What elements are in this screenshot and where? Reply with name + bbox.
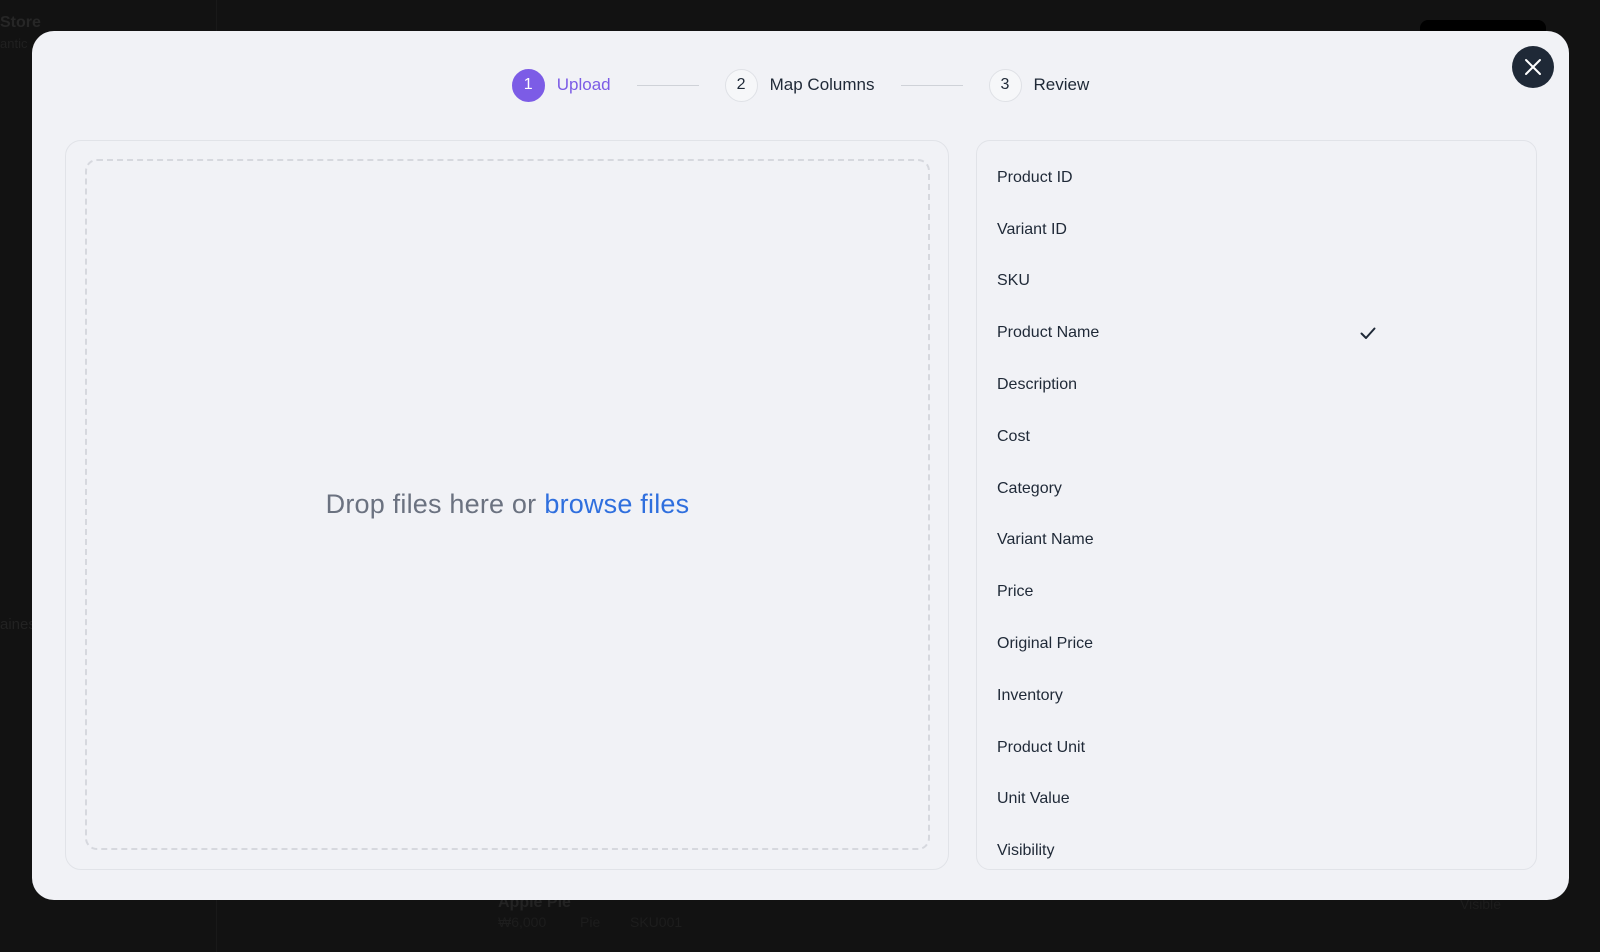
step-connector [636,84,699,86]
column-option[interactable]: Inventory [977,670,1536,722]
step-label: Review [1033,75,1090,94]
column-option-label: Product Name [997,324,1100,342]
step-number: 3 [988,68,1022,102]
columns-list-panel[interactable]: Product ID Variant ID SKU Product Name Descr… [976,140,1537,870]
check-icon [1360,327,1376,340]
column-option[interactable]: Price [977,566,1536,618]
column-option[interactable]: Variant Name [977,515,1536,567]
step-map-columns[interactable]: 2 Map Columns [724,68,875,102]
browse-files-link[interactable]: browse files [544,489,689,519]
column-option[interactable]: Cost [977,411,1536,463]
column-option[interactable]: Visibility [977,825,1536,869]
column-option-label: Description [997,376,1078,394]
step-connector [900,84,963,86]
file-dropzone[interactable]: Drop files here or browse files [85,159,930,850]
column-option[interactable]: Category [977,463,1536,515]
dropzone-text: Drop files here or browse files [326,489,690,520]
column-option-label: Inventory [997,686,1063,704]
column-option[interactable]: Product Unit [977,722,1536,774]
column-option-label: Unit Value [997,790,1070,808]
step-review[interactable]: 3 Review [988,68,1090,102]
column-option[interactable]: Variant ID [977,204,1536,256]
sidebar-item-label: aines [0,616,36,633]
product-row-unit: Pie [580,914,601,930]
upload-card: Drop files here or browse files [65,140,949,870]
product-row-price: ₩6,000 [498,914,547,930]
step-number: 1 [511,68,545,102]
import-modal: 1 Upload 2 Map Columns 3 Review Drop fil… [32,31,1569,900]
step-label: Map Columns [769,75,875,94]
column-option-label: Product ID [997,168,1073,186]
store-subtitle: antic [0,36,28,51]
column-option-label: Product Unit [997,738,1086,756]
column-option-label: Variant Name [997,531,1094,549]
column-option[interactable]: SKU [977,256,1536,308]
column-option[interactable]: Original Price [977,618,1536,670]
column-option[interactable]: Product Name [977,307,1536,359]
column-option[interactable]: Product ID [977,152,1536,204]
columns-list: Product ID Variant ID SKU Product Name Descr… [977,141,1536,869]
column-option-label: Original Price [997,635,1094,653]
column-option-label: Visibility [997,842,1055,860]
step-label: Upload [556,75,611,94]
step-number: 2 [724,68,758,102]
store-title: Store [0,14,41,31]
column-option[interactable]: Unit Value [977,774,1536,826]
column-option-label: Price [997,583,1034,601]
import-stepper: 1 Upload 2 Map Columns 3 Review [32,68,1569,102]
column-option-label: Category [997,479,1062,497]
column-option-label: SKU [997,272,1030,290]
dropzone-instruction: Drop files here or [325,489,537,519]
step-upload[interactable]: 1 Upload [511,68,611,102]
column-option[interactable]: Description [977,359,1536,411]
product-row-sku: SKU001 [630,914,683,930]
column-option-label: Cost [997,427,1030,445]
column-option-label: Variant ID [997,220,1067,238]
